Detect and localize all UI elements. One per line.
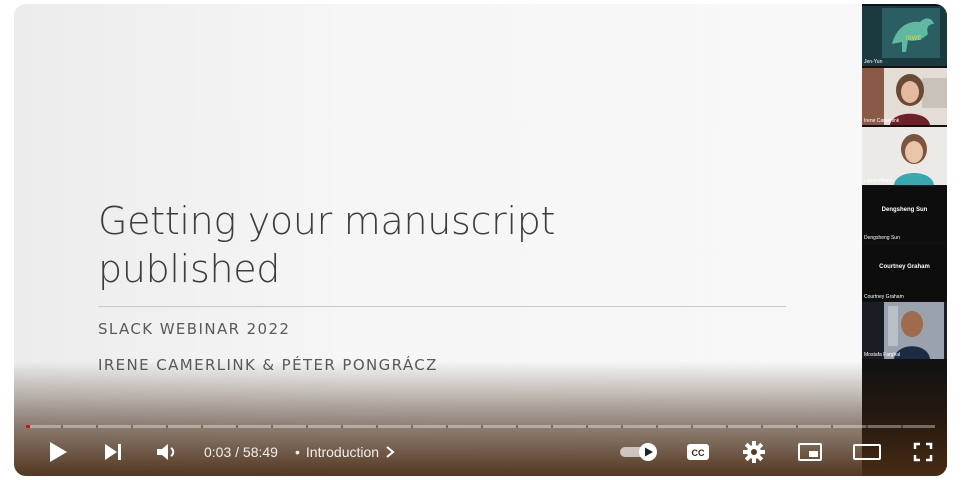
chapter-marker — [586, 425, 588, 428]
chapter-marker — [96, 425, 98, 428]
chapter-marker — [901, 425, 903, 428]
chapter-marker — [411, 425, 413, 428]
chapter-marker — [131, 425, 133, 428]
participant-display-name: Courtney Graham — [879, 264, 930, 270]
slide-divider — [98, 306, 786, 307]
participant-name: Laura Whalin — [864, 178, 894, 184]
participant-tile: ISWE Jen-Yun — [862, 6, 947, 66]
chapter-marker — [621, 425, 623, 428]
current-time: 0:03 — [204, 444, 232, 460]
participant-video — [862, 68, 947, 125]
play-button[interactable] — [44, 436, 72, 468]
miniplayer-button[interactable] — [795, 436, 825, 468]
miniplayer-icon — [798, 443, 822, 461]
svg-text:CC: CC — [692, 448, 705, 458]
chapter-marker — [166, 425, 168, 428]
chapter-marker — [446, 425, 448, 428]
fullscreen-icon — [913, 442, 933, 462]
video-player[interactable]: Getting your manuscript published SLACK … — [14, 4, 947, 476]
captions-icon: CC — [687, 444, 709, 460]
participant-tile: Courtney Graham Courtney Graham — [862, 244, 947, 301]
settings-gear-icon — [743, 441, 765, 463]
participant-name: Courtney Graham — [864, 294, 904, 300]
slide-title-line-1: Getting your manuscript — [98, 199, 556, 243]
participant-display-name: Dengsheng Sun — [881, 207, 928, 213]
participant-name: Mostafa Farghal — [864, 352, 901, 358]
progress-bar[interactable] — [26, 425, 935, 428]
chapter-marker — [761, 425, 763, 428]
chapter-marker — [271, 425, 273, 428]
time-display: 0:03 / 58:49 — [204, 444, 278, 460]
autoplay-toggle-icon — [620, 443, 657, 461]
horse-logo-icon: ISWE — [882, 8, 940, 58]
chapter-marker — [306, 425, 308, 428]
logo-text: ISWE — [906, 36, 921, 42]
chapter-marker — [201, 425, 203, 428]
chapter-marker — [866, 425, 868, 428]
time-separator: / — [231, 444, 243, 460]
participant-video — [862, 302, 947, 359]
chapter-marker — [341, 425, 343, 428]
participant-tile: Laura Whalin — [862, 127, 947, 185]
captions-button[interactable]: CC — [683, 436, 713, 468]
chapter-marker — [376, 425, 378, 428]
theater-mode-button[interactable] — [850, 436, 884, 468]
chapter-marker — [656, 425, 658, 428]
chevron-right-icon — [386, 446, 395, 458]
chapter-title: Introduction — [305, 444, 380, 460]
slide-subtitle: SLACK WEBINAR 2022 — [98, 320, 291, 338]
chapter-marker — [796, 425, 798, 428]
chapter-marker — [236, 425, 238, 428]
theater-mode-icon — [853, 444, 881, 460]
participant-video — [862, 127, 947, 185]
chapter-marker — [831, 425, 833, 428]
chapter-marker — [481, 425, 483, 428]
progress-fill — [26, 425, 30, 428]
chapter-marker — [61, 425, 63, 428]
chapter-button[interactable]: • Introduction — [295, 444, 395, 460]
fullscreen-button[interactable] — [910, 436, 936, 468]
chapter-bullet: • — [295, 444, 300, 460]
next-icon — [105, 444, 121, 460]
chapter-marker — [551, 425, 553, 428]
play-icon — [50, 442, 67, 462]
settings-button[interactable] — [740, 436, 768, 468]
participant-name: Irene Camerlink — [864, 118, 900, 124]
volume-icon — [157, 444, 175, 460]
slide-title-line-2: published — [98, 247, 281, 291]
participant-name: Dengsheng Sun — [864, 235, 900, 241]
chapter-marker — [516, 425, 518, 428]
participant-name: Jen-Yun — [864, 59, 883, 65]
slide-title: Getting your manuscript published — [98, 197, 718, 293]
participant-tile: Irene Camerlink — [862, 68, 947, 125]
chapter-marker — [691, 425, 693, 428]
duration: 58:49 — [242, 444, 278, 460]
volume-button[interactable] — [154, 436, 182, 468]
chapter-marker — [726, 425, 728, 428]
next-button[interactable] — [100, 436, 126, 468]
participant-tile: Mostafa Farghal — [862, 302, 947, 359]
autoplay-toggle[interactable] — [618, 436, 660, 468]
participant-tile: Dengsheng Sun Dengsheng Sun — [862, 187, 947, 242]
